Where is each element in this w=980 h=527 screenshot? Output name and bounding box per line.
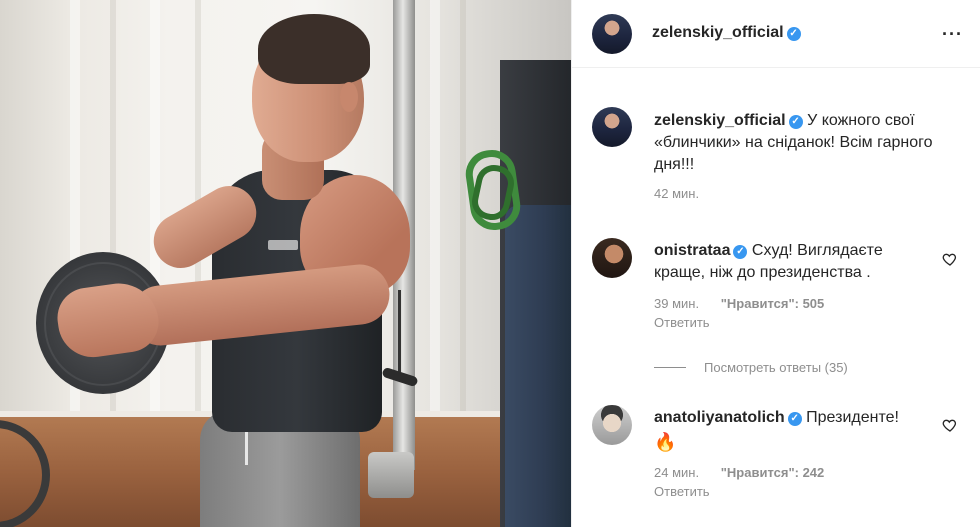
avatar-image [592,107,632,147]
view-replies-button[interactable]: Посмотреть ответы (35) [654,360,848,375]
post-author: zelenskiy_official ✓ [652,24,801,42]
heart-icon[interactable] [942,417,958,433]
timestamp[interactable]: 24 мин. [654,465,699,480]
verified-badge-icon: ✓ [786,27,801,41]
username-link[interactable]: anatoliyanatolich [654,409,785,426]
comment-text-block: anatoliyanatolich ✓ Президенте! [654,407,944,429]
username-link[interactable]: zelenskiy_official [652,24,784,41]
avatar[interactable] [592,14,632,54]
person [0,0,571,527]
reply-button[interactable]: Ответить [654,315,924,330]
caption: zelenskiy_official ✓ У кожного свої «блин… [654,110,954,201]
verified-badge-icon: ✓ [733,245,748,259]
ear [340,82,358,112]
timestamp[interactable]: 39 мин. [654,296,699,311]
fire-emoji-icon: 🔥 [654,432,677,452]
more-horizontal-icon[interactable]: ··· [942,24,963,45]
post-header: zelenskiy_official ✓ ··· [572,0,980,68]
comment: anatoliyanatolich ✓ Президенте! 🔥 24 мин.… [654,407,944,499]
likes-label[interactable]: "Нравится" [721,296,795,311]
avatar[interactable] [592,238,632,278]
hair [258,14,370,84]
likes-count[interactable]: : 505 [795,296,825,311]
avatar-image [592,405,632,445]
caption-text-block: zelenskiy_official ✓ У кожного свої «блин… [654,110,954,176]
likes-count[interactable]: : 242 [795,465,825,480]
post-photo[interactable] [0,0,571,527]
avatar[interactable] [592,405,632,445]
timestamp[interactable]: 42 мин. [654,186,954,201]
view-replies-label: Посмотреть ответы (35) [704,360,848,375]
avatar-image [592,238,632,278]
comment-text: Президенте! [806,409,899,426]
tank-logo [268,240,298,250]
reply-button[interactable]: Ответить [654,484,944,499]
username-link[interactable]: zelenskiy_official [654,112,786,129]
avatar-image [592,14,632,54]
comment: onistrataa ✓ Схуд! Виглядаєте краще, ніж … [654,240,924,330]
divider-line [654,367,686,368]
heart-icon[interactable] [942,251,958,267]
post-side-panel: zelenskiy_official ✓ ··· zelenskiy_offici… [571,0,980,527]
avatar[interactable] [592,107,632,147]
comment-meta: 24 мин. "Нравится": 242 [654,465,944,480]
comment-text-block: onistrataa ✓ Схуд! Виглядаєте краще, ніж … [654,240,924,284]
verified-badge-icon: ✓ [788,115,803,129]
comment-meta: 39 мин. "Нравится": 505 [654,296,924,311]
username-link[interactable]: onistrataa [654,242,730,259]
verified-badge-icon: ✓ [787,412,802,426]
likes-label[interactable]: "Нравится" [721,465,795,480]
